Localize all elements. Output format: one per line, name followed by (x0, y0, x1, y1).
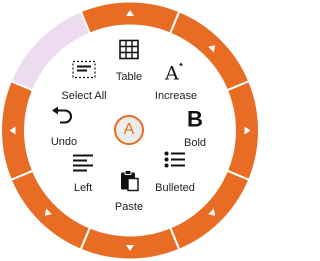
center-label: A (123, 121, 135, 138)
svg-text:A: A (164, 63, 179, 83)
bulleted-label[interactable]: Bulleted (155, 182, 195, 194)
increase-label[interactable]: Increase (155, 90, 197, 102)
paste-icon[interactable] (119, 170, 139, 197)
paste-label[interactable]: Paste (115, 201, 143, 213)
ring-segment-right[interactable] (225, 79, 260, 182)
left-label[interactable]: Left (74, 182, 92, 194)
bulleted-list-icon[interactable] (164, 151, 186, 174)
bold-icon[interactable]: B (187, 108, 203, 132)
ring-segment-down[interactable] (79, 226, 181, 261)
ring-segment-up[interactable] (79, 0, 181, 35)
table-label[interactable]: Table (116, 71, 142, 83)
select-all-label[interactable]: Select All (61, 90, 106, 102)
align-left-icon[interactable] (72, 154, 94, 177)
table-icon[interactable] (119, 39, 139, 65)
bold-label[interactable]: Bold (184, 137, 206, 149)
undo-icon[interactable] (51, 106, 73, 130)
center-font-button[interactable]: A (114, 115, 144, 145)
ring-segment-left[interactable] (0, 79, 35, 182)
select-all-icon[interactable] (72, 60, 96, 84)
increase-font-icon[interactable]: A (164, 61, 188, 88)
undo-label[interactable]: Undo (51, 136, 77, 148)
